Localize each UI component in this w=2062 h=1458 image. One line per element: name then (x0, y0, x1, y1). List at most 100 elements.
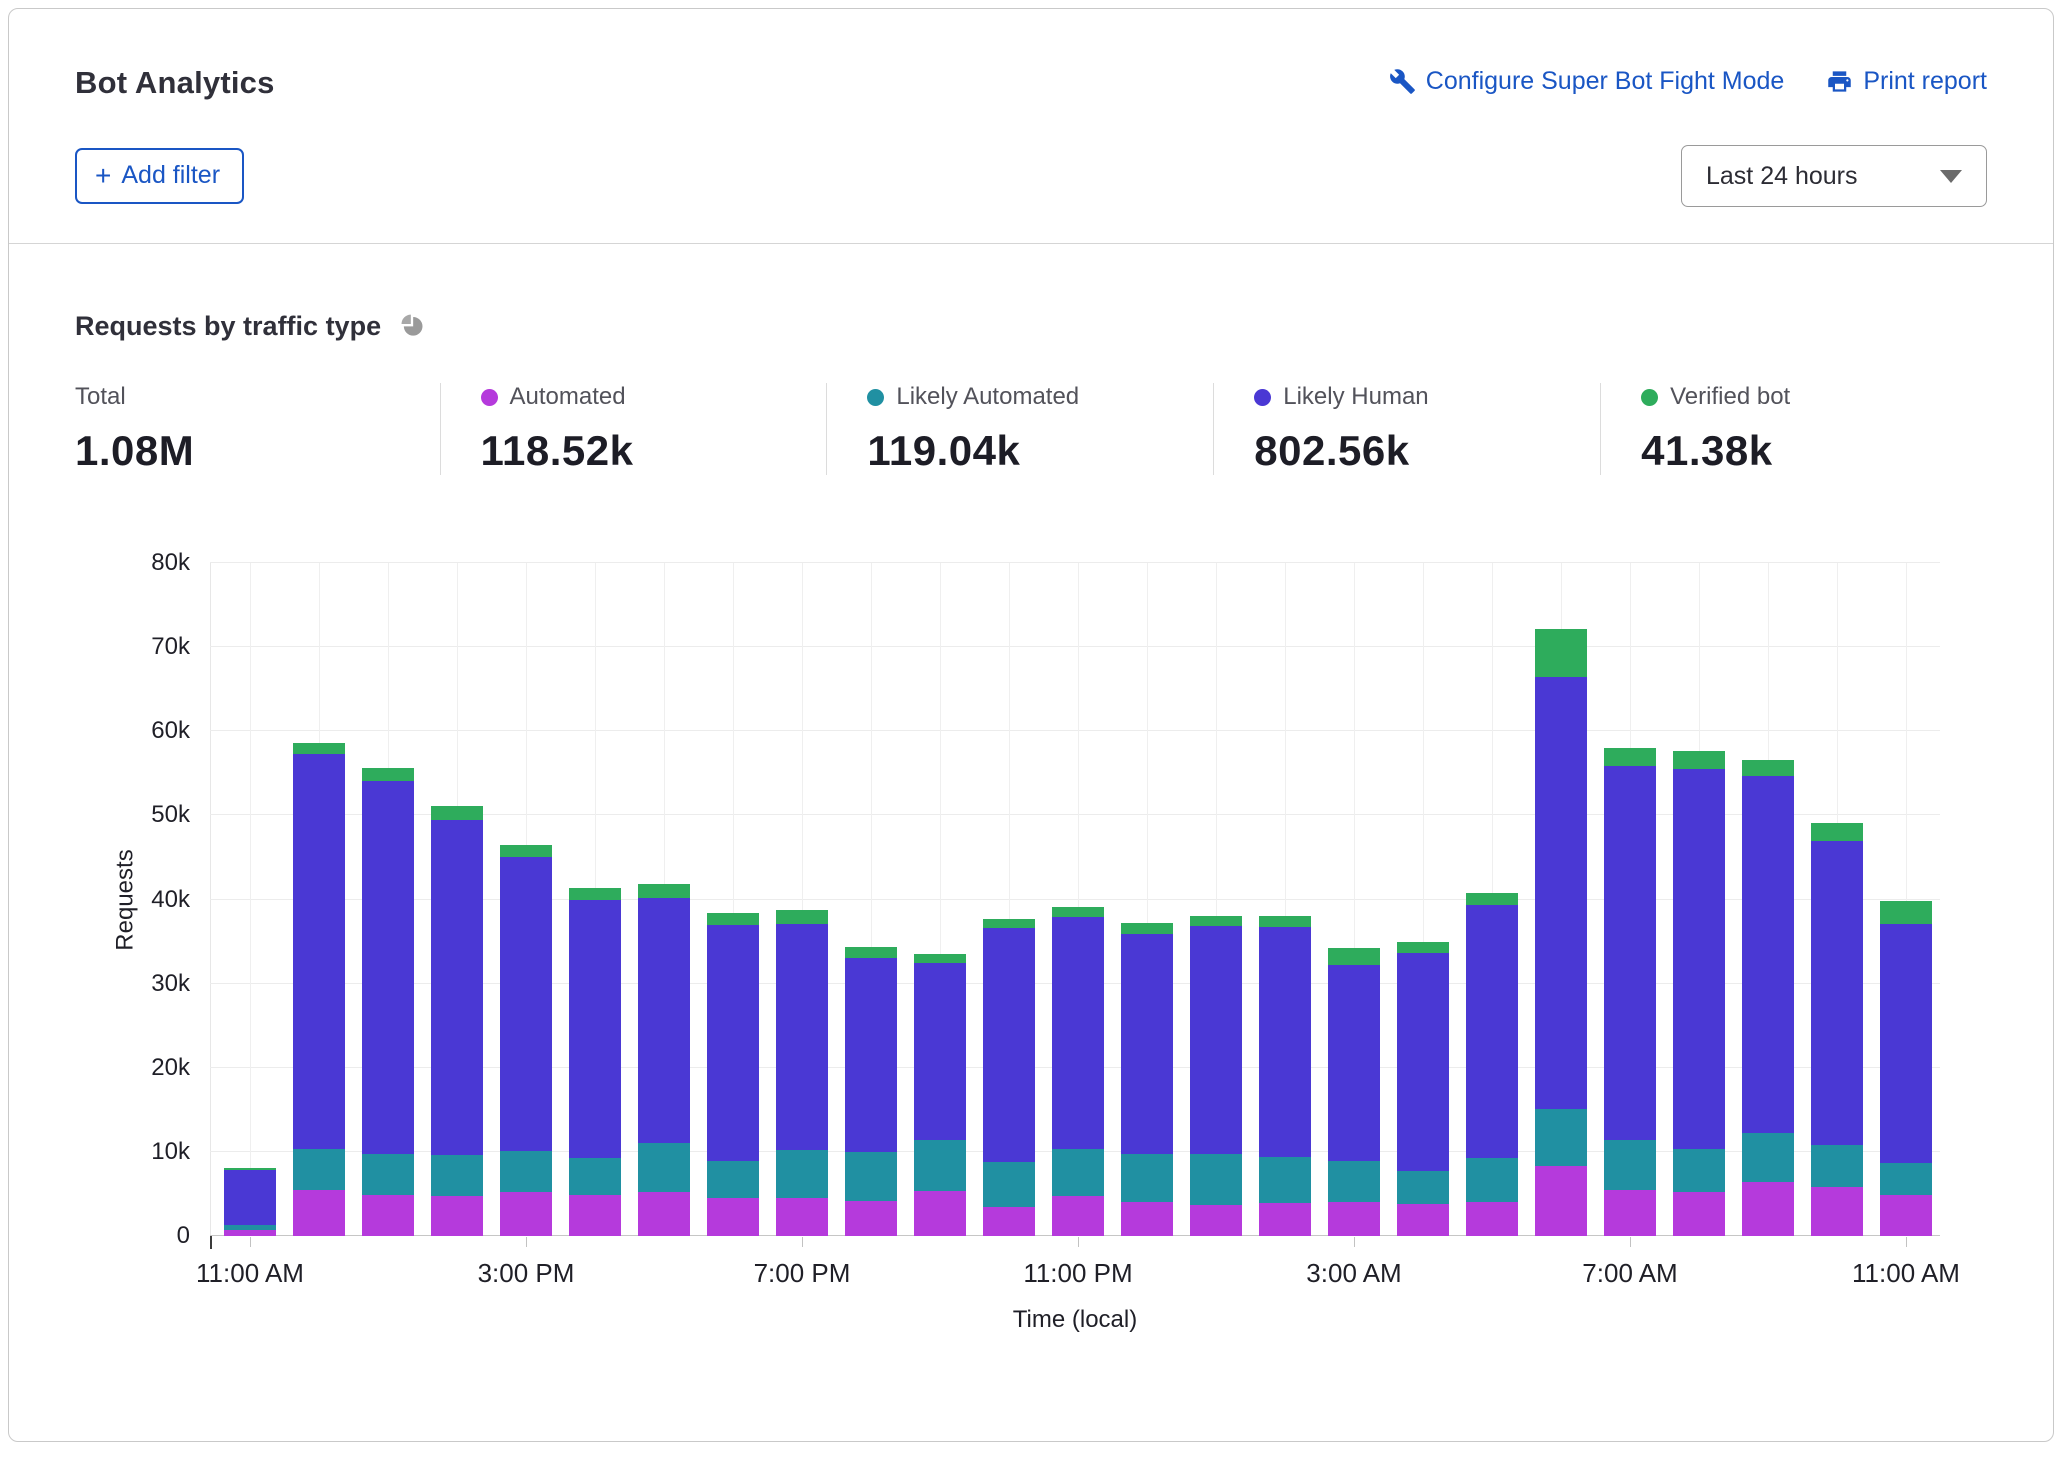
v-gridline (250, 563, 251, 1236)
bot-analytics-card: Bot Analytics Configure Super Bot Fight … (8, 8, 2054, 1442)
bar-segment-automated (500, 1192, 552, 1236)
y-tick-label: 30k (114, 970, 190, 998)
bar-segment-likely-automated (1052, 1149, 1104, 1197)
section-title: Requests by traffic type (75, 311, 381, 342)
bar-segment-likely-human (638, 898, 690, 1144)
bar-segment-verified-bot (1535, 629, 1587, 677)
bar-segment-likely-human (1673, 769, 1725, 1149)
bar-segment-automated (1880, 1195, 1932, 1236)
bar-segment-likely-human (1328, 965, 1380, 1161)
time-range-dropdown[interactable]: Last 24 hours (1681, 145, 1987, 207)
bar-segment-automated (845, 1201, 897, 1236)
bar-segment-likely-human (500, 857, 552, 1151)
bar-segment-likely-human (1121, 934, 1173, 1154)
bar-segment-automated (1052, 1196, 1104, 1236)
bar-segment-likely-automated (845, 1152, 897, 1201)
print-link-label: Print report (1863, 67, 1987, 96)
bar-segment-likely-automated (1397, 1171, 1449, 1204)
bar-segment-likely-automated (776, 1150, 828, 1198)
bar-segment-automated (431, 1196, 483, 1236)
chevron-down-icon (1940, 170, 1962, 183)
stat-likely-automated: Likely Automated 119.04k (826, 383, 1213, 475)
requests-chart: Requests Time (local) 010k20k30k40k50k60… (9, 475, 2053, 1355)
bar-segment-likely-automated (914, 1140, 966, 1191)
x-tick-mark (1906, 1237, 1907, 1247)
bar-segment-verified-bot (1673, 751, 1725, 769)
y-tick-label: 20k (114, 1054, 190, 1082)
stat-automated-value: 118.52k (481, 427, 827, 475)
bar-segment-likely-human (569, 900, 621, 1157)
bar-segment-likely-human (1190, 926, 1242, 1153)
bar-segment-verified-bot (1259, 916, 1311, 928)
y-tick-label: 10k (114, 1138, 190, 1166)
bar-segment-likely-human (1811, 841, 1863, 1146)
bar-segment-likely-automated (500, 1151, 552, 1192)
plus-icon: + (95, 165, 111, 187)
configure-super-bot-fight-mode-link[interactable]: Configure Super Bot Fight Mode (1389, 67, 1785, 96)
bar-segment-verified-bot (983, 919, 1035, 928)
print-report-link[interactable]: Print report (1826, 67, 1987, 96)
bar-segment-likely-human (983, 928, 1035, 1162)
automated-legend-dot (481, 389, 498, 406)
likely-automated-legend-dot (867, 389, 884, 406)
bar-segment-likely-human (431, 820, 483, 1155)
bar-segment-likely-automated (1880, 1163, 1932, 1195)
bar-segment-verified-bot (707, 913, 759, 925)
bar-segment-automated (1742, 1182, 1794, 1236)
x-tick-mark (526, 1237, 527, 1247)
bar-segment-likely-human (914, 963, 966, 1140)
bar-segment-verified-bot (1880, 901, 1932, 924)
bar-segment-automated (983, 1207, 1035, 1236)
bar-segment-verified-bot (1742, 760, 1794, 776)
verified-bot-legend-dot (1641, 389, 1658, 406)
bar-segment-likely-automated (1535, 1109, 1587, 1166)
x-tick-label: 3:00 AM (1306, 1258, 1401, 1289)
bar-segment-verified-bot (362, 768, 414, 781)
bar-segment-verified-bot (845, 947, 897, 958)
bar-segment-likely-automated (983, 1162, 1035, 1207)
bar-segment-likely-automated (1190, 1154, 1242, 1205)
bar-segment-likely-human (1052, 917, 1104, 1148)
time-range-value: Last 24 hours (1706, 162, 1858, 191)
add-filter-button[interactable]: + Add filter (75, 148, 244, 204)
bar-segment-verified-bot (1328, 948, 1380, 965)
x-tick-mark (802, 1237, 803, 1247)
h-gridline (210, 646, 1940, 647)
bar-segment-automated (1397, 1204, 1449, 1236)
bar-segment-likely-automated (569, 1158, 621, 1195)
bar-segment-verified-bot (500, 845, 552, 858)
stat-likely-human: Likely Human 802.56k (1213, 383, 1600, 475)
stat-automated: Automated 118.52k (440, 383, 827, 475)
add-filter-label: Add filter (121, 161, 220, 190)
x-tick-mark (1630, 1237, 1631, 1247)
y-tick-label: 40k (114, 886, 190, 914)
bar-segment-likely-human (1259, 927, 1311, 1157)
bar-segment-likely-automated (1604, 1140, 1656, 1190)
bar-segment-likely-human (293, 754, 345, 1149)
wrench-icon (1389, 68, 1416, 95)
bar-segment-likely-human (707, 925, 759, 1161)
bar-segment-verified-bot (1190, 916, 1242, 927)
requests-section: Requests by traffic type Total 1.08M Aut… (9, 244, 2053, 475)
x-axis-title: Time (local) (1013, 1306, 1137, 1334)
y-tick-label: 70k (114, 633, 190, 661)
bar-segment-automated (1535, 1166, 1587, 1236)
bar-segment-automated (914, 1191, 966, 1236)
stat-likely-automated-label: Likely Automated (896, 383, 1079, 411)
bar-segment-likely-automated (293, 1149, 345, 1190)
bar-segment-verified-bot (1052, 907, 1104, 917)
stats-row: Total 1.08M Automated 118.52k Likely Aut… (75, 383, 1987, 475)
x-tick-label: 11:00 AM (1852, 1258, 1960, 1289)
bar-segment-verified-bot (1397, 942, 1449, 954)
bar-segment-likely-automated (1742, 1133, 1794, 1182)
stat-verified-bot-value: 41.38k (1641, 427, 1987, 475)
bar-segment-verified-bot (1604, 748, 1656, 766)
y-tick-label: 60k (114, 717, 190, 745)
bar-segment-automated (1673, 1192, 1725, 1236)
x-tick-label: 3:00 PM (478, 1258, 575, 1289)
bar-segment-likely-automated (1259, 1157, 1311, 1203)
bar-segment-automated (1328, 1202, 1380, 1236)
bar-segment-likely-automated (1466, 1158, 1518, 1203)
x-tick-label: 7:00 AM (1582, 1258, 1677, 1289)
stat-likely-human-value: 802.56k (1254, 427, 1600, 475)
